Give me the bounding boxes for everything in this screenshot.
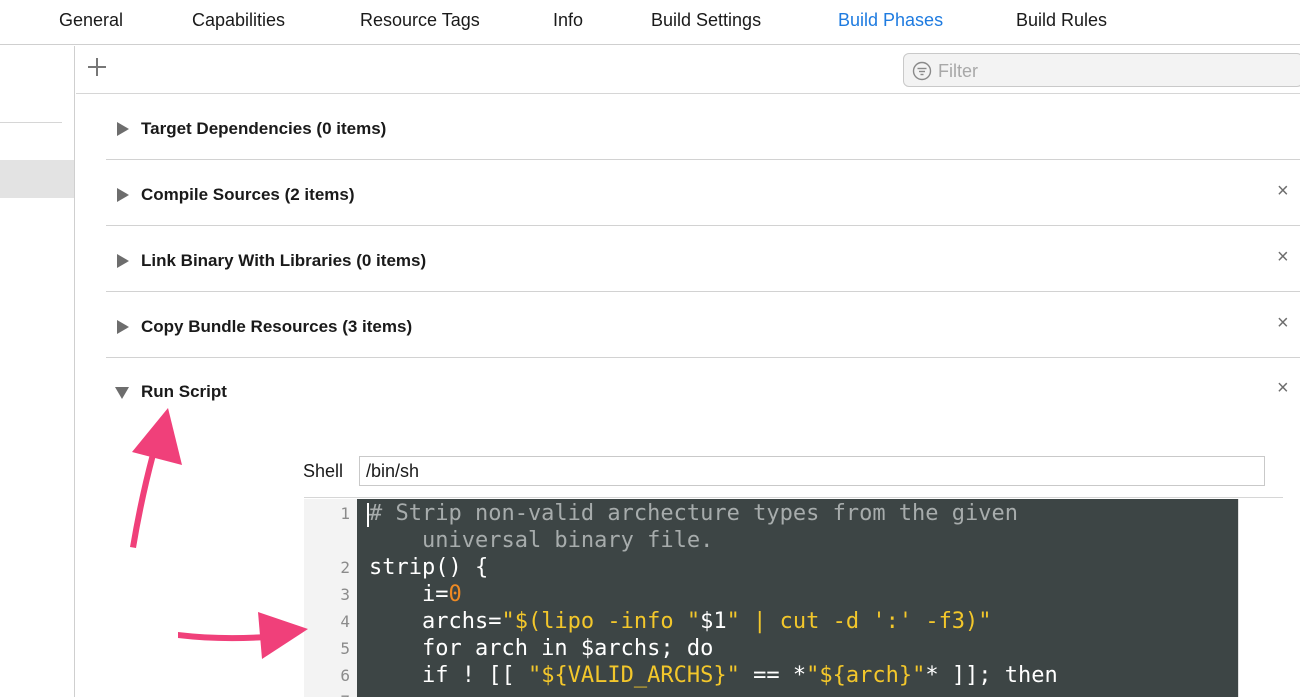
line-number: 5 xyxy=(340,639,350,658)
code-line: universal binary file. xyxy=(369,528,714,553)
phase-title[interactable]: Copy Bundle Resources (3 items) xyxy=(141,317,412,337)
close-icon[interactable]: × xyxy=(1277,312,1289,335)
tab-capabilities[interactable]: Capabilities xyxy=(192,10,285,31)
tab-build-settings[interactable]: Build Settings xyxy=(651,10,761,31)
disclosure-triangle-icon[interactable] xyxy=(117,188,129,202)
line-number: 4 xyxy=(340,612,350,631)
phase-copy-bundle-resources: Copy Bundle Resources (3 items) × xyxy=(106,292,1300,358)
phase-title[interactable]: Target Dependencies (0 items) xyxy=(141,119,386,139)
editor-tab-bar: General Capabilities Resource Tags Info … xyxy=(0,0,1300,45)
divider xyxy=(304,497,1283,498)
close-icon[interactable]: × xyxy=(1277,377,1289,400)
line-number: 1 xyxy=(340,504,350,523)
line-number: 2 xyxy=(340,558,350,577)
phase-link-binary-with-libraries: Link Binary With Libraries (0 items) × xyxy=(106,226,1300,292)
code-line: i=0 xyxy=(369,582,462,607)
plus-icon[interactable] xyxy=(86,56,108,78)
filter-icon xyxy=(912,61,932,81)
phase-run-script: Run Script × xyxy=(106,357,1300,437)
phase-title[interactable]: Run Script xyxy=(141,382,227,402)
line-number: 3 xyxy=(340,585,350,604)
tab-build-rules[interactable]: Build Rules xyxy=(1016,10,1107,31)
code-line: archs="$(lipo -info "$1" | cut -d ':' -f… xyxy=(369,609,992,634)
build-phases-toolbar xyxy=(76,46,1300,94)
disclosure-triangle-icon[interactable] xyxy=(117,320,129,334)
close-icon[interactable]: × xyxy=(1277,180,1289,203)
line-number: 6 xyxy=(340,666,350,685)
disclosure-triangle-icon[interactable] xyxy=(117,254,129,268)
shell-label: Shell xyxy=(303,461,344,481)
filter-field[interactable] xyxy=(903,53,1300,87)
script-editor[interactable]: # Strip non-valid archecture types from … xyxy=(357,499,1238,697)
line-number: 7 xyxy=(304,692,350,697)
code-line: # Strip non-valid archecture types from … xyxy=(369,501,1019,526)
disclosure-triangle-icon[interactable] xyxy=(115,387,129,399)
line-number-gutter: 1 2 3 4 5 6 7 xyxy=(304,499,357,697)
phase-title[interactable]: Link Binary With Libraries (0 items) xyxy=(141,251,426,271)
tab-build-phases[interactable]: Build Phases xyxy=(838,10,943,31)
filter-input[interactable] xyxy=(938,59,1288,83)
editor-scroll-area[interactable] xyxy=(1238,499,1262,697)
code-line: strip() { xyxy=(369,555,489,580)
phase-title[interactable]: Compile Sources (2 items) xyxy=(141,185,355,205)
tab-resource-tags[interactable]: Resource Tags xyxy=(360,10,480,31)
tab-info[interactable]: Info xyxy=(553,10,583,31)
code-line: for arch in $archs; do xyxy=(369,636,714,661)
annotation-arrow-right xyxy=(178,612,308,659)
sidebar-divider xyxy=(0,122,62,123)
disclosure-triangle-icon[interactable] xyxy=(117,122,129,136)
shell-field[interactable] xyxy=(359,456,1265,486)
targets-sidebar xyxy=(0,46,75,697)
tab-general[interactable]: General xyxy=(59,10,123,31)
close-icon[interactable]: × xyxy=(1277,246,1289,269)
phase-target-dependencies: Target Dependencies (0 items) xyxy=(106,94,1300,160)
phase-compile-sources: Compile Sources (2 items) × xyxy=(106,160,1300,226)
code-line: if ! [[ "${VALID_ARCHS}" == *"${arch}"* … xyxy=(369,663,1058,688)
sidebar-selected-target[interactable] xyxy=(0,160,74,198)
